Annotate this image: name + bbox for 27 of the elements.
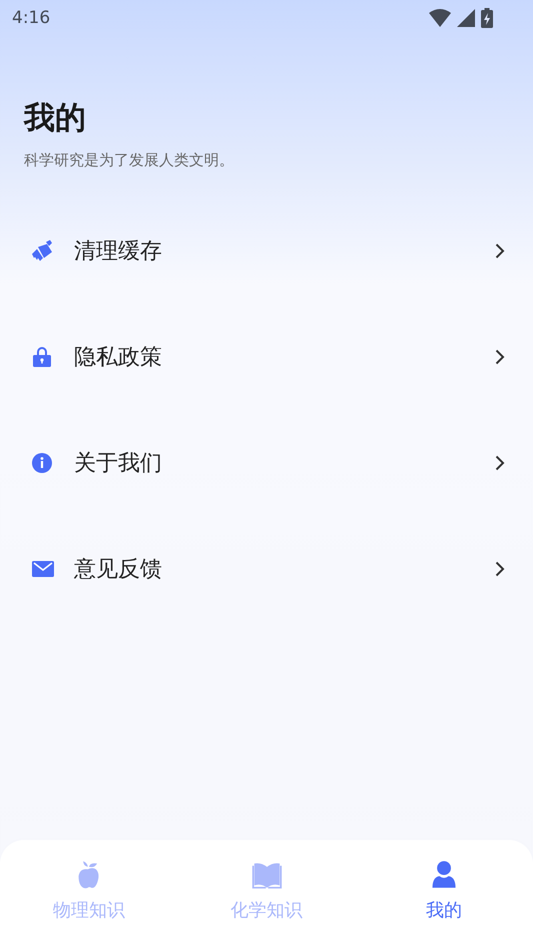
broom-icon (32, 240, 54, 262)
menu-label: 意见反馈 (74, 556, 163, 584)
page-title: 我的 (24, 99, 87, 138)
menu-label: 隐私政策 (74, 344, 163, 372)
menu-item[interactable]: 隐私政策 (0, 304, 533, 410)
menu-item[interactable]: 意见反馈 (0, 516, 533, 622)
lock-icon (32, 346, 54, 368)
chevron-right-icon (495, 561, 505, 577)
nav-label: 化学知识 (230, 899, 302, 922)
battery-icon (481, 8, 493, 28)
chevron-right-icon (495, 455, 505, 471)
info-icon (32, 452, 54, 474)
menu-label: 关于我们 (74, 450, 163, 478)
book-icon (252, 860, 282, 890)
menu-item[interactable]: 关于我们 (0, 410, 533, 516)
nav-tab[interactable]: 我的 (355, 840, 533, 948)
signal-icon (457, 9, 475, 27)
menu-item[interactable]: 清理缓存 (0, 198, 533, 304)
chevron-right-icon (495, 243, 505, 259)
mail-icon (32, 558, 54, 580)
menu-label: 清理缓存 (74, 238, 163, 266)
wifi-icon (429, 9, 451, 27)
status-time: 4:16 (12, 8, 50, 28)
page-subtitle: 科学研究是为了发展人类文明。 (24, 150, 235, 170)
nav-label: 物理知识 (52, 899, 125, 922)
chevron-right-icon (495, 349, 505, 365)
nav-label: 我的 (426, 899, 462, 922)
